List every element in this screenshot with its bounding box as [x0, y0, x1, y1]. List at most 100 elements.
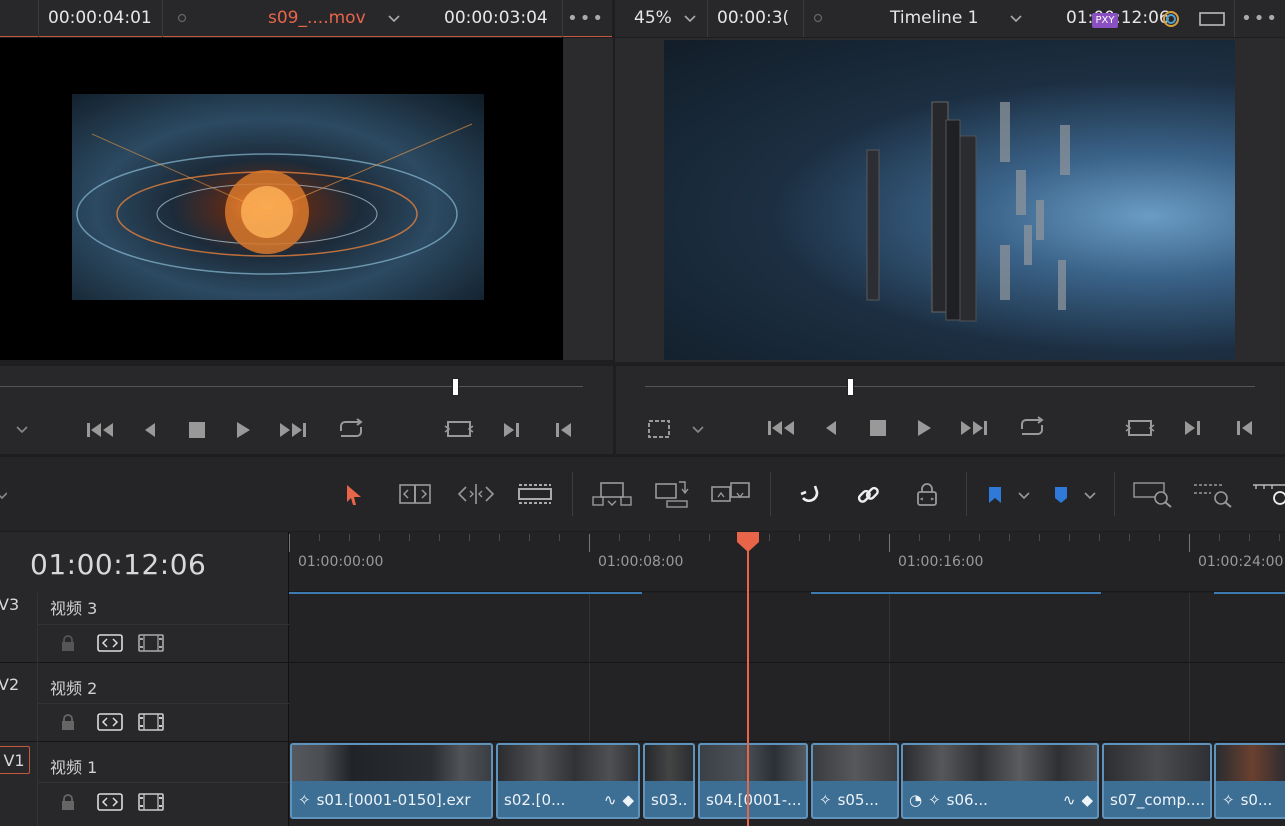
- step-back-icon[interactable]: [821, 416, 841, 440]
- track-name-v3[interactable]: 视频 3: [50, 595, 97, 619]
- marker-icon[interactable]: [1050, 482, 1072, 508]
- timeline-playhead-line[interactable]: [747, 550, 749, 826]
- skip-to-start-icon[interactable]: [84, 418, 116, 442]
- linked-selection-icon[interactable]: [853, 480, 883, 510]
- track-name-v2[interactable]: 视频 2: [50, 675, 97, 699]
- chevron-down-icon[interactable]: [0, 486, 10, 506]
- clip-name: s01.[0001-0150].exr: [316, 791, 471, 809]
- ruler-tick: [889, 534, 890, 552]
- zoom-detail-icon[interactable]: [1190, 478, 1236, 510]
- track-name-v1[interactable]: 视频 1: [50, 754, 97, 778]
- timeline-clip[interactable]: ✧ s0...: [1214, 743, 1285, 819]
- timeline-name[interactable]: Timeline 1: [890, 8, 979, 28]
- loop-icon[interactable]: [1015, 414, 1049, 440]
- track-visibility-icon[interactable]: [137, 633, 165, 653]
- step-back-icon[interactable]: [140, 418, 160, 442]
- replace-clip-icon[interactable]: [708, 478, 754, 510]
- timeline-clip[interactable]: ✧ s01.[0001-0150].exr: [290, 743, 493, 819]
- track-visibility-icon[interactable]: [137, 712, 165, 732]
- viewer-size-icon[interactable]: [645, 417, 673, 441]
- timeline-clip[interactable]: s03...: [643, 743, 695, 819]
- toolbar-divider: [966, 472, 967, 516]
- trim-tool-icon[interactable]: [393, 480, 437, 508]
- track-separator: [0, 741, 1285, 742]
- timeline-clip[interactable]: s07_comp....: [1102, 743, 1212, 819]
- more-options-icon[interactable]: •••: [567, 8, 604, 29]
- timeline-ruler[interactable]: [289, 532, 1285, 592]
- track-visibility-icon[interactable]: [137, 792, 165, 812]
- flag-icon[interactable]: [984, 482, 1006, 508]
- prev-edit-icon[interactable]: [553, 418, 575, 442]
- chevron-down-icon[interactable]: [1080, 486, 1100, 506]
- match-frame-icon[interactable]: [1124, 415, 1156, 441]
- selection-tool-icon[interactable]: [340, 481, 368, 509]
- chevron-down-icon[interactable]: [688, 420, 708, 440]
- dynamic-trim-icon[interactable]: [455, 480, 497, 508]
- ruler-tick: [589, 534, 590, 552]
- play-icon[interactable]: [913, 416, 935, 440]
- track-id-v3[interactable]: V3: [0, 595, 19, 614]
- track-id-v1[interactable]: V1: [0, 746, 30, 774]
- play-icon[interactable]: [232, 418, 254, 442]
- viewer-layout-icon[interactable]: [1198, 9, 1226, 29]
- timeline-current-timecode[interactable]: 01:00:12:06: [30, 548, 206, 581]
- chevron-down-icon[interactable]: [1006, 10, 1026, 28]
- stop-icon[interactable]: [185, 418, 209, 442]
- source-scrub-bar[interactable]: [0, 386, 583, 387]
- effect-sparkle-icon: ✧: [819, 791, 832, 809]
- timeline-scrub-bar[interactable]: [645, 386, 1255, 387]
- auto-select-icon[interactable]: [96, 792, 124, 812]
- lock-icon[interactable]: [58, 711, 78, 733]
- position-lock-icon[interactable]: [912, 480, 942, 510]
- auto-select-icon[interactable]: [96, 712, 124, 732]
- timeline-clip[interactable]: s02.[0... ∿ ◆: [496, 743, 640, 819]
- timeline-clip[interactable]: ✧ s05...: [811, 743, 899, 819]
- chevron-down-icon[interactable]: [384, 10, 404, 28]
- skip-to-end-icon[interactable]: [277, 418, 309, 442]
- ruler-tick: [769, 534, 770, 541]
- clip-label-row: ✧ s05...: [819, 791, 893, 809]
- skip-to-start-icon[interactable]: [765, 416, 797, 440]
- overwrite-clip-icon[interactable]: [652, 478, 690, 510]
- track-id-v2[interactable]: V2: [0, 675, 19, 694]
- source-timecode[interactable]: 00:00:04:01: [48, 8, 152, 28]
- source-playhead[interactable]: [452, 378, 459, 396]
- ruler-tick: [1159, 534, 1160, 541]
- source-clip-name[interactable]: s09_....mov: [268, 8, 366, 28]
- chevron-down-icon[interactable]: [1014, 486, 1034, 506]
- zoom-level[interactable]: 45%: [634, 8, 672, 28]
- color-wheel-icon[interactable]: [1160, 8, 1182, 30]
- loop-icon[interactable]: [334, 416, 368, 442]
- zoom-full-icon[interactable]: [1130, 478, 1176, 510]
- source-video-frame: [72, 94, 484, 300]
- prev-edit-icon[interactable]: [1234, 416, 1256, 440]
- timeline-clip[interactable]: ◔ ✧ s06... ∿ ◆: [901, 743, 1099, 819]
- timeline-viewer-timecode-left[interactable]: 00:00:3(: [717, 8, 803, 28]
- divider: [803, 0, 804, 37]
- lock-icon[interactable]: [58, 632, 78, 654]
- auto-select-icon[interactable]: [96, 633, 124, 653]
- match-frame-icon[interactable]: [443, 416, 475, 442]
- zoom-custom-icon[interactable]: [1250, 478, 1285, 510]
- ruler-tick: [1069, 534, 1070, 541]
- more-options-icon[interactable]: •••: [1241, 8, 1278, 29]
- clip-thumbnail: [292, 745, 491, 781]
- next-edit-icon[interactable]: [500, 418, 522, 442]
- divider: [1234, 0, 1235, 37]
- chevron-down-icon[interactable]: [12, 420, 32, 440]
- skip-to-end-icon[interactable]: [958, 416, 990, 440]
- timeline-playhead-handle[interactable]: [737, 532, 759, 552]
- effect-sparkle-icon: ✧: [928, 791, 941, 809]
- lock-icon[interactable]: [58, 791, 78, 813]
- timeline-viewer-playhead[interactable]: [847, 378, 854, 396]
- ruler-tick: [529, 534, 530, 541]
- blade-tool-icon[interactable]: [516, 480, 554, 508]
- stop-icon[interactable]: [866, 416, 890, 440]
- effect-sparkle-icon: ✧: [298, 791, 311, 809]
- track-separator: [0, 662, 1285, 663]
- timeline-clip[interactable]: s04.[0001-...: [698, 743, 808, 819]
- insert-clip-icon[interactable]: [590, 478, 634, 510]
- chevron-down-icon[interactable]: [680, 10, 700, 28]
- next-edit-icon[interactable]: [1181, 416, 1203, 440]
- snapping-icon[interactable]: [795, 480, 825, 510]
